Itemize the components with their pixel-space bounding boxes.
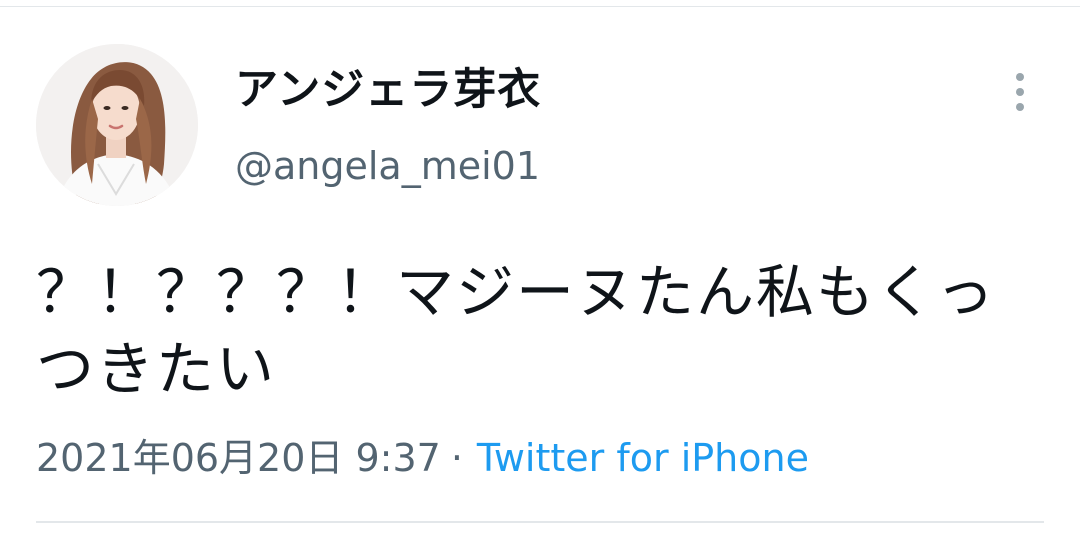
avatar[interactable] — [36, 44, 198, 206]
avatar-image — [36, 44, 198, 206]
handle[interactable]: @angela_mei01 — [235, 143, 540, 189]
more-options-button[interactable] — [1004, 70, 1036, 114]
bottom-divider — [36, 521, 1044, 523]
more-vertical-icon — [1016, 73, 1024, 111]
top-divider — [0, 6, 1080, 7]
timestamp[interactable]: 2021年06月20日 9:37 — [36, 436, 441, 480]
display-name[interactable]: アンジェラ芽衣 — [235, 64, 541, 116]
source-link[interactable]: Twitter for iPhone — [477, 436, 809, 480]
tweet-meta: 2021年06月20日 9:37 · Twitter for iPhone — [36, 434, 809, 482]
tweet-text: ？！？？？！マジーヌたん私もくっつきたい — [36, 258, 997, 403]
meta-separator: · — [450, 436, 463, 480]
